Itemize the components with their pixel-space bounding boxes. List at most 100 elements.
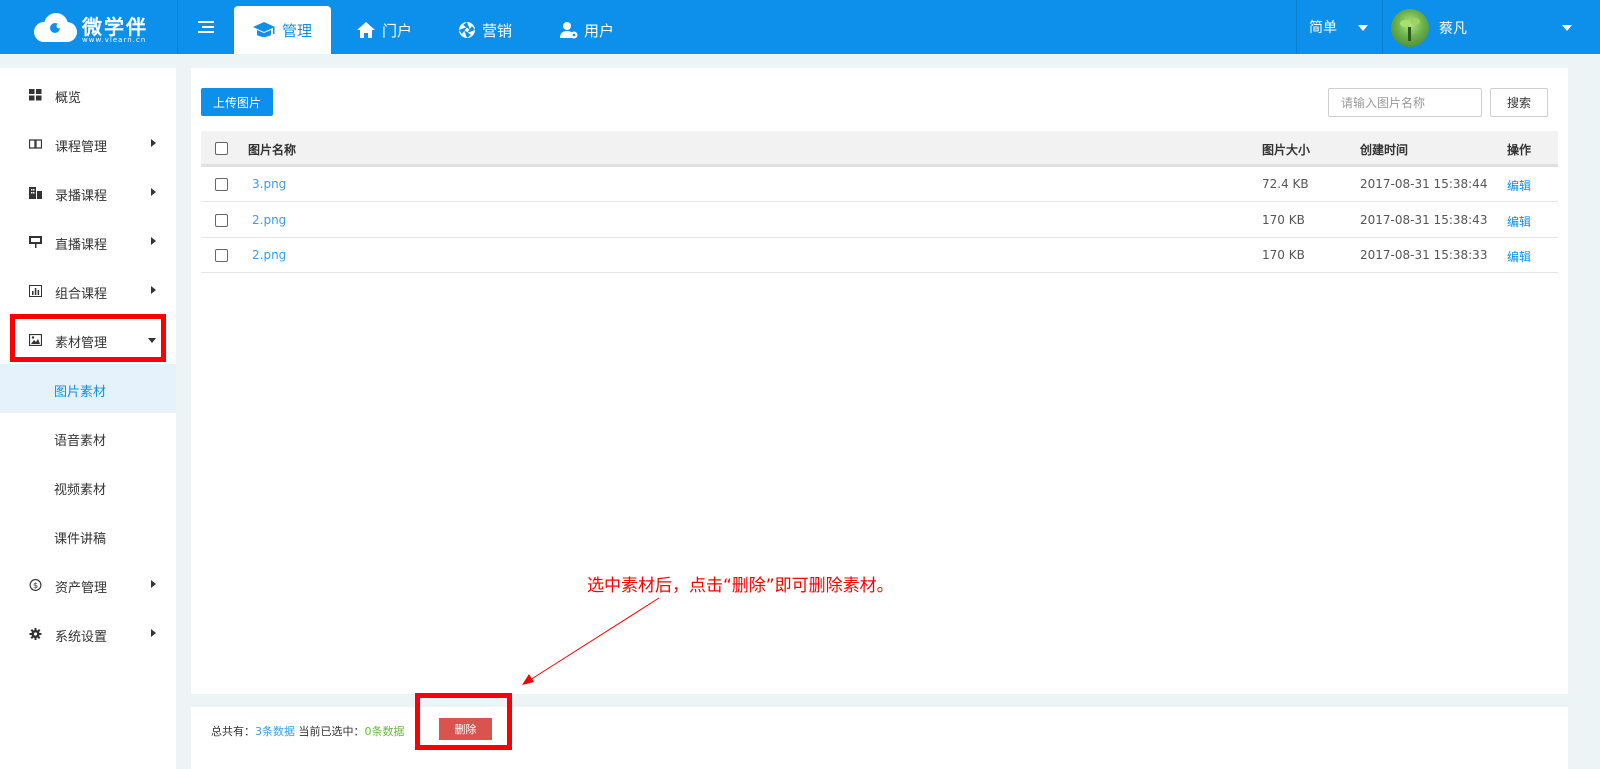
- tab-users-label: 用户: [584, 21, 615, 40]
- sidebar-subitem-label: 图片素材: [54, 385, 107, 400]
- sidebar-item-label: 课程管理: [55, 140, 108, 155]
- user-menu[interactable]: 蔡凡: [1382, 0, 1600, 54]
- tab-marketing[interactable]: 营销: [458, 6, 512, 54]
- tab-users[interactable]: 用户: [560, 6, 614, 54]
- total-prefix: 总共有：: [211, 725, 255, 738]
- main-content: 上传图片 搜索 图片名称 图片大小 创建时间 操作 3.png 72.4 KB …: [191, 68, 1568, 694]
- file-name-link[interactable]: 2.png: [252, 248, 286, 262]
- sidebar-item-live-course[interactable]: 直播课程: [0, 217, 176, 266]
- brand-url: www.vlearn.cn: [82, 36, 147, 44]
- sidebar-item-asset-manage[interactable]: $ 资产管理: [0, 560, 176, 609]
- chevron-right-icon: [151, 188, 156, 196]
- chevron-right-icon: [151, 286, 156, 294]
- file-size: 72.4 KB: [1262, 177, 1309, 191]
- table-header: 图片名称 图片大小 创建时间 操作: [201, 131, 1558, 167]
- selection-info: 总共有：3条数据 当前已选中：0条数据: [211, 723, 405, 739]
- table-row: 2.png 170 KB 2017-08-31 15:38:33 编辑: [201, 238, 1558, 273]
- created-time: 2017-08-31 15:38:33: [1360, 248, 1488, 262]
- menu-line: [202, 26, 214, 28]
- chevron-down-icon: [1562, 25, 1572, 31]
- chevron-right-icon: [151, 580, 156, 588]
- highlight-box: [10, 314, 166, 362]
- sidebar-item-label: 概览: [55, 91, 82, 106]
- chevron-right-icon: [151, 237, 156, 245]
- sidebar-item-course-manage[interactable]: 课程管理: [0, 119, 176, 168]
- presentation-icon: [29, 236, 42, 248]
- file-size: 170 KB: [1262, 248, 1305, 262]
- gear-icon: [29, 628, 42, 640]
- tab-portal[interactable]: 门户: [356, 6, 412, 54]
- sidebar-subitem-video[interactable]: 视频素材: [0, 462, 176, 511]
- sidebar-item-recorded-course[interactable]: 录播课程: [0, 168, 176, 217]
- edit-link[interactable]: 编辑: [1507, 177, 1531, 194]
- table-row: 2.png 170 KB 2017-08-31 15:38:43 编辑: [201, 203, 1558, 238]
- footer-bar: 总共有：3条数据 当前已选中：0条数据 删除: [191, 707, 1568, 769]
- sidebar-item-label: 直播课程: [55, 238, 108, 253]
- chevron-right-icon: [151, 139, 156, 147]
- sidebar-item-label: 资产管理: [55, 581, 108, 596]
- menu-line: [198, 21, 214, 23]
- row-checkbox[interactable]: [215, 249, 228, 262]
- row-checkbox[interactable]: [215, 178, 228, 191]
- header-size: 图片大小: [1262, 143, 1311, 157]
- cloud-logo-icon: [34, 13, 77, 42]
- svg-text:$: $: [33, 581, 38, 590]
- book-icon: [29, 139, 42, 149]
- sidebar-item-overview[interactable]: 概览: [0, 70, 176, 119]
- file-size: 170 KB: [1262, 213, 1305, 227]
- sidebar-subitem-label: 语音素材: [54, 434, 107, 449]
- selected-count: 0条数据: [364, 725, 405, 738]
- sidebar-subitem-courseware[interactable]: 课件讲稿: [0, 511, 176, 560]
- brand-logo[interactable]: 微学伴 www.vlearn.cn: [0, 0, 178, 54]
- language-label: 简单: [1309, 20, 1337, 36]
- graduation-cap-icon: [252, 21, 276, 39]
- header-time: 创建时间: [1360, 143, 1409, 157]
- user-name: 蔡凡: [1439, 21, 1467, 37]
- aperture-icon: [458, 21, 476, 39]
- sidebar-item-label: 系统设置: [55, 630, 108, 645]
- tab-marketing-label: 营销: [482, 21, 513, 40]
- total-count: 3条数据: [255, 725, 295, 738]
- annotation-text: 选中素材后，点击“删除”即可删除素材。: [587, 576, 894, 596]
- sidebar-subitem-label: 视频素材: [54, 483, 107, 498]
- edit-link[interactable]: 编辑: [1507, 213, 1531, 230]
- top-bar: 微学伴 www.vlearn.cn 管理 门户 营销 用户 简单 蔡凡: [0, 0, 1600, 54]
- table-row: 3.png 72.4 KB 2017-08-31 15:38:44 编辑: [201, 167, 1558, 202]
- chevron-right-icon: [151, 629, 156, 637]
- header-name: 图片名称: [248, 143, 297, 157]
- tab-portal-label: 门户: [382, 21, 413, 40]
- chevron-down-icon: [1358, 25, 1368, 31]
- file-name-link[interactable]: 2.png: [252, 213, 286, 227]
- highlight-box: [415, 693, 512, 750]
- sidebar-item-system-settings[interactable]: 系统设置: [0, 609, 176, 658]
- sidebar-subitem-audio[interactable]: 语音素材: [0, 413, 176, 462]
- home-icon: [356, 21, 376, 39]
- sidebar-subitem-label: 课件讲稿: [54, 532, 107, 547]
- avatar: [1391, 9, 1429, 47]
- created-time: 2017-08-31 15:38:44: [1360, 177, 1488, 191]
- menu-line: [198, 31, 214, 33]
- upload-image-button[interactable]: 上传图片: [201, 88, 273, 116]
- dollar-circle-icon: $: [29, 579, 42, 591]
- sidebar: 概览 课程管理 录播课程 直播课程 组合课程 素材管理 图片素材 语音素材 视频…: [0, 68, 176, 769]
- bar-chart-icon: [29, 285, 42, 297]
- language-dropdown[interactable]: 简单: [1296, 0, 1382, 54]
- sidebar-item-label: 组合课程: [55, 287, 108, 302]
- edit-link[interactable]: 编辑: [1507, 248, 1531, 265]
- sidebar-item-combined-course[interactable]: 组合课程: [0, 266, 176, 315]
- tab-manage[interactable]: 管理: [234, 6, 331, 54]
- select-all-checkbox[interactable]: [215, 142, 228, 155]
- menu-toggle-button[interactable]: [178, 0, 234, 54]
- sidebar-item-label: 录播课程: [55, 189, 108, 204]
- search-input[interactable]: [1328, 88, 1482, 117]
- grid-icon: [29, 89, 42, 101]
- header-op: 操作: [1507, 143, 1532, 157]
- row-checkbox[interactable]: [215, 214, 228, 227]
- file-name-link[interactable]: 3.png: [252, 177, 286, 191]
- building-icon: [29, 187, 42, 199]
- selected-prefix: 当前已选中：: [298, 725, 365, 738]
- sidebar-subitem-images[interactable]: 图片素材: [0, 364, 176, 413]
- user-gear-icon: [560, 21, 578, 39]
- search-button[interactable]: 搜索: [1490, 88, 1548, 117]
- tab-manage-label: 管理: [282, 21, 313, 40]
